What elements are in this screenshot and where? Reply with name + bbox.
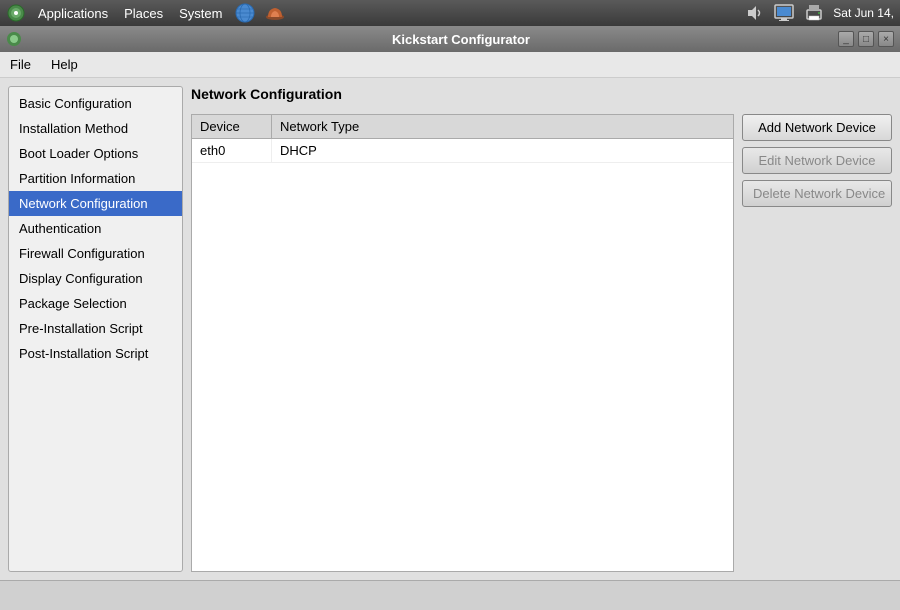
network-area: Device Network Type eth0 DHCP Add Networ… — [191, 114, 892, 572]
monitor-icon[interactable] — [773, 4, 795, 22]
sidebar-item-installation-method[interactable]: Installation Method — [9, 116, 182, 141]
network-type-cell: DHCP — [272, 139, 325, 162]
close-button[interactable]: × — [878, 31, 894, 47]
sidebar-item-post-installation-script[interactable]: Post-Installation Script — [9, 341, 182, 366]
title-bar: Kickstart Configurator _ □ × — [0, 26, 900, 52]
applications-menu[interactable]: Applications — [34, 4, 112, 23]
sidebar: Basic Configuration Installation Method … — [8, 86, 183, 572]
menu-bar: File Help — [0, 52, 900, 78]
window-controls: _ □ × — [838, 31, 894, 47]
help-menu[interactable]: Help — [47, 55, 82, 74]
main-content: Basic Configuration Installation Method … — [0, 78, 900, 580]
window-icon — [6, 30, 24, 48]
sidebar-item-partition-information[interactable]: Partition Information — [9, 166, 182, 191]
speaker-icon[interactable] — [743, 4, 765, 22]
globe-icon — [234, 4, 256, 22]
sidebar-item-boot-loader-options[interactable]: Boot Loader Options — [9, 141, 182, 166]
system-menu[interactable]: System — [175, 4, 226, 23]
edit-network-device-button[interactable]: Edit Network Device — [742, 147, 892, 174]
sidebar-item-authentication[interactable]: Authentication — [9, 216, 182, 241]
sidebar-item-pre-installation-script[interactable]: Pre-Installation Script — [9, 316, 182, 341]
device-cell: eth0 — [192, 139, 272, 162]
fedora-icon — [264, 4, 286, 22]
places-menu[interactable]: Places — [120, 4, 167, 23]
sidebar-item-display-configuration[interactable]: Display Configuration — [9, 266, 182, 291]
system-bar-left: Applications Places System — [6, 3, 737, 23]
table-body: eth0 DHCP — [192, 139, 733, 571]
delete-network-device-button[interactable]: Delete Network Device — [742, 180, 892, 207]
right-panel: Network Configuration Device Network Typ… — [191, 86, 892, 572]
panel-title: Network Configuration — [191, 86, 892, 102]
window-title: Kickstart Configurator — [28, 32, 894, 47]
table-row[interactable]: eth0 DHCP — [192, 139, 733, 163]
file-menu[interactable]: File — [6, 55, 35, 74]
printer-icon[interactable] — [803, 4, 825, 22]
minimize-button[interactable]: _ — [838, 31, 854, 47]
system-bar-right: Sat Jun 14, — [743, 4, 894, 22]
sidebar-item-network-configuration[interactable]: Network Configuration — [9, 191, 182, 216]
sidebar-item-package-selection[interactable]: Package Selection — [9, 291, 182, 316]
system-time: Sat Jun 14, — [833, 6, 894, 20]
maximize-button[interactable]: □ — [858, 31, 874, 47]
sidebar-item-firewall-configuration[interactable]: Firewall Configuration — [9, 241, 182, 266]
network-type-column-header: Network Type — [272, 115, 733, 138]
app-logo-icon — [6, 3, 26, 23]
sidebar-item-basic-configuration[interactable]: Basic Configuration — [9, 91, 182, 116]
buttons-panel: Add Network Device Edit Network Device D… — [742, 114, 892, 572]
device-column-header: Device — [192, 115, 272, 138]
network-table: Device Network Type eth0 DHCP — [191, 114, 734, 572]
add-network-device-button[interactable]: Add Network Device — [742, 114, 892, 141]
system-bar: Applications Places System — [0, 0, 900, 26]
table-header: Device Network Type — [192, 115, 733, 139]
bottom-bar — [0, 580, 900, 610]
